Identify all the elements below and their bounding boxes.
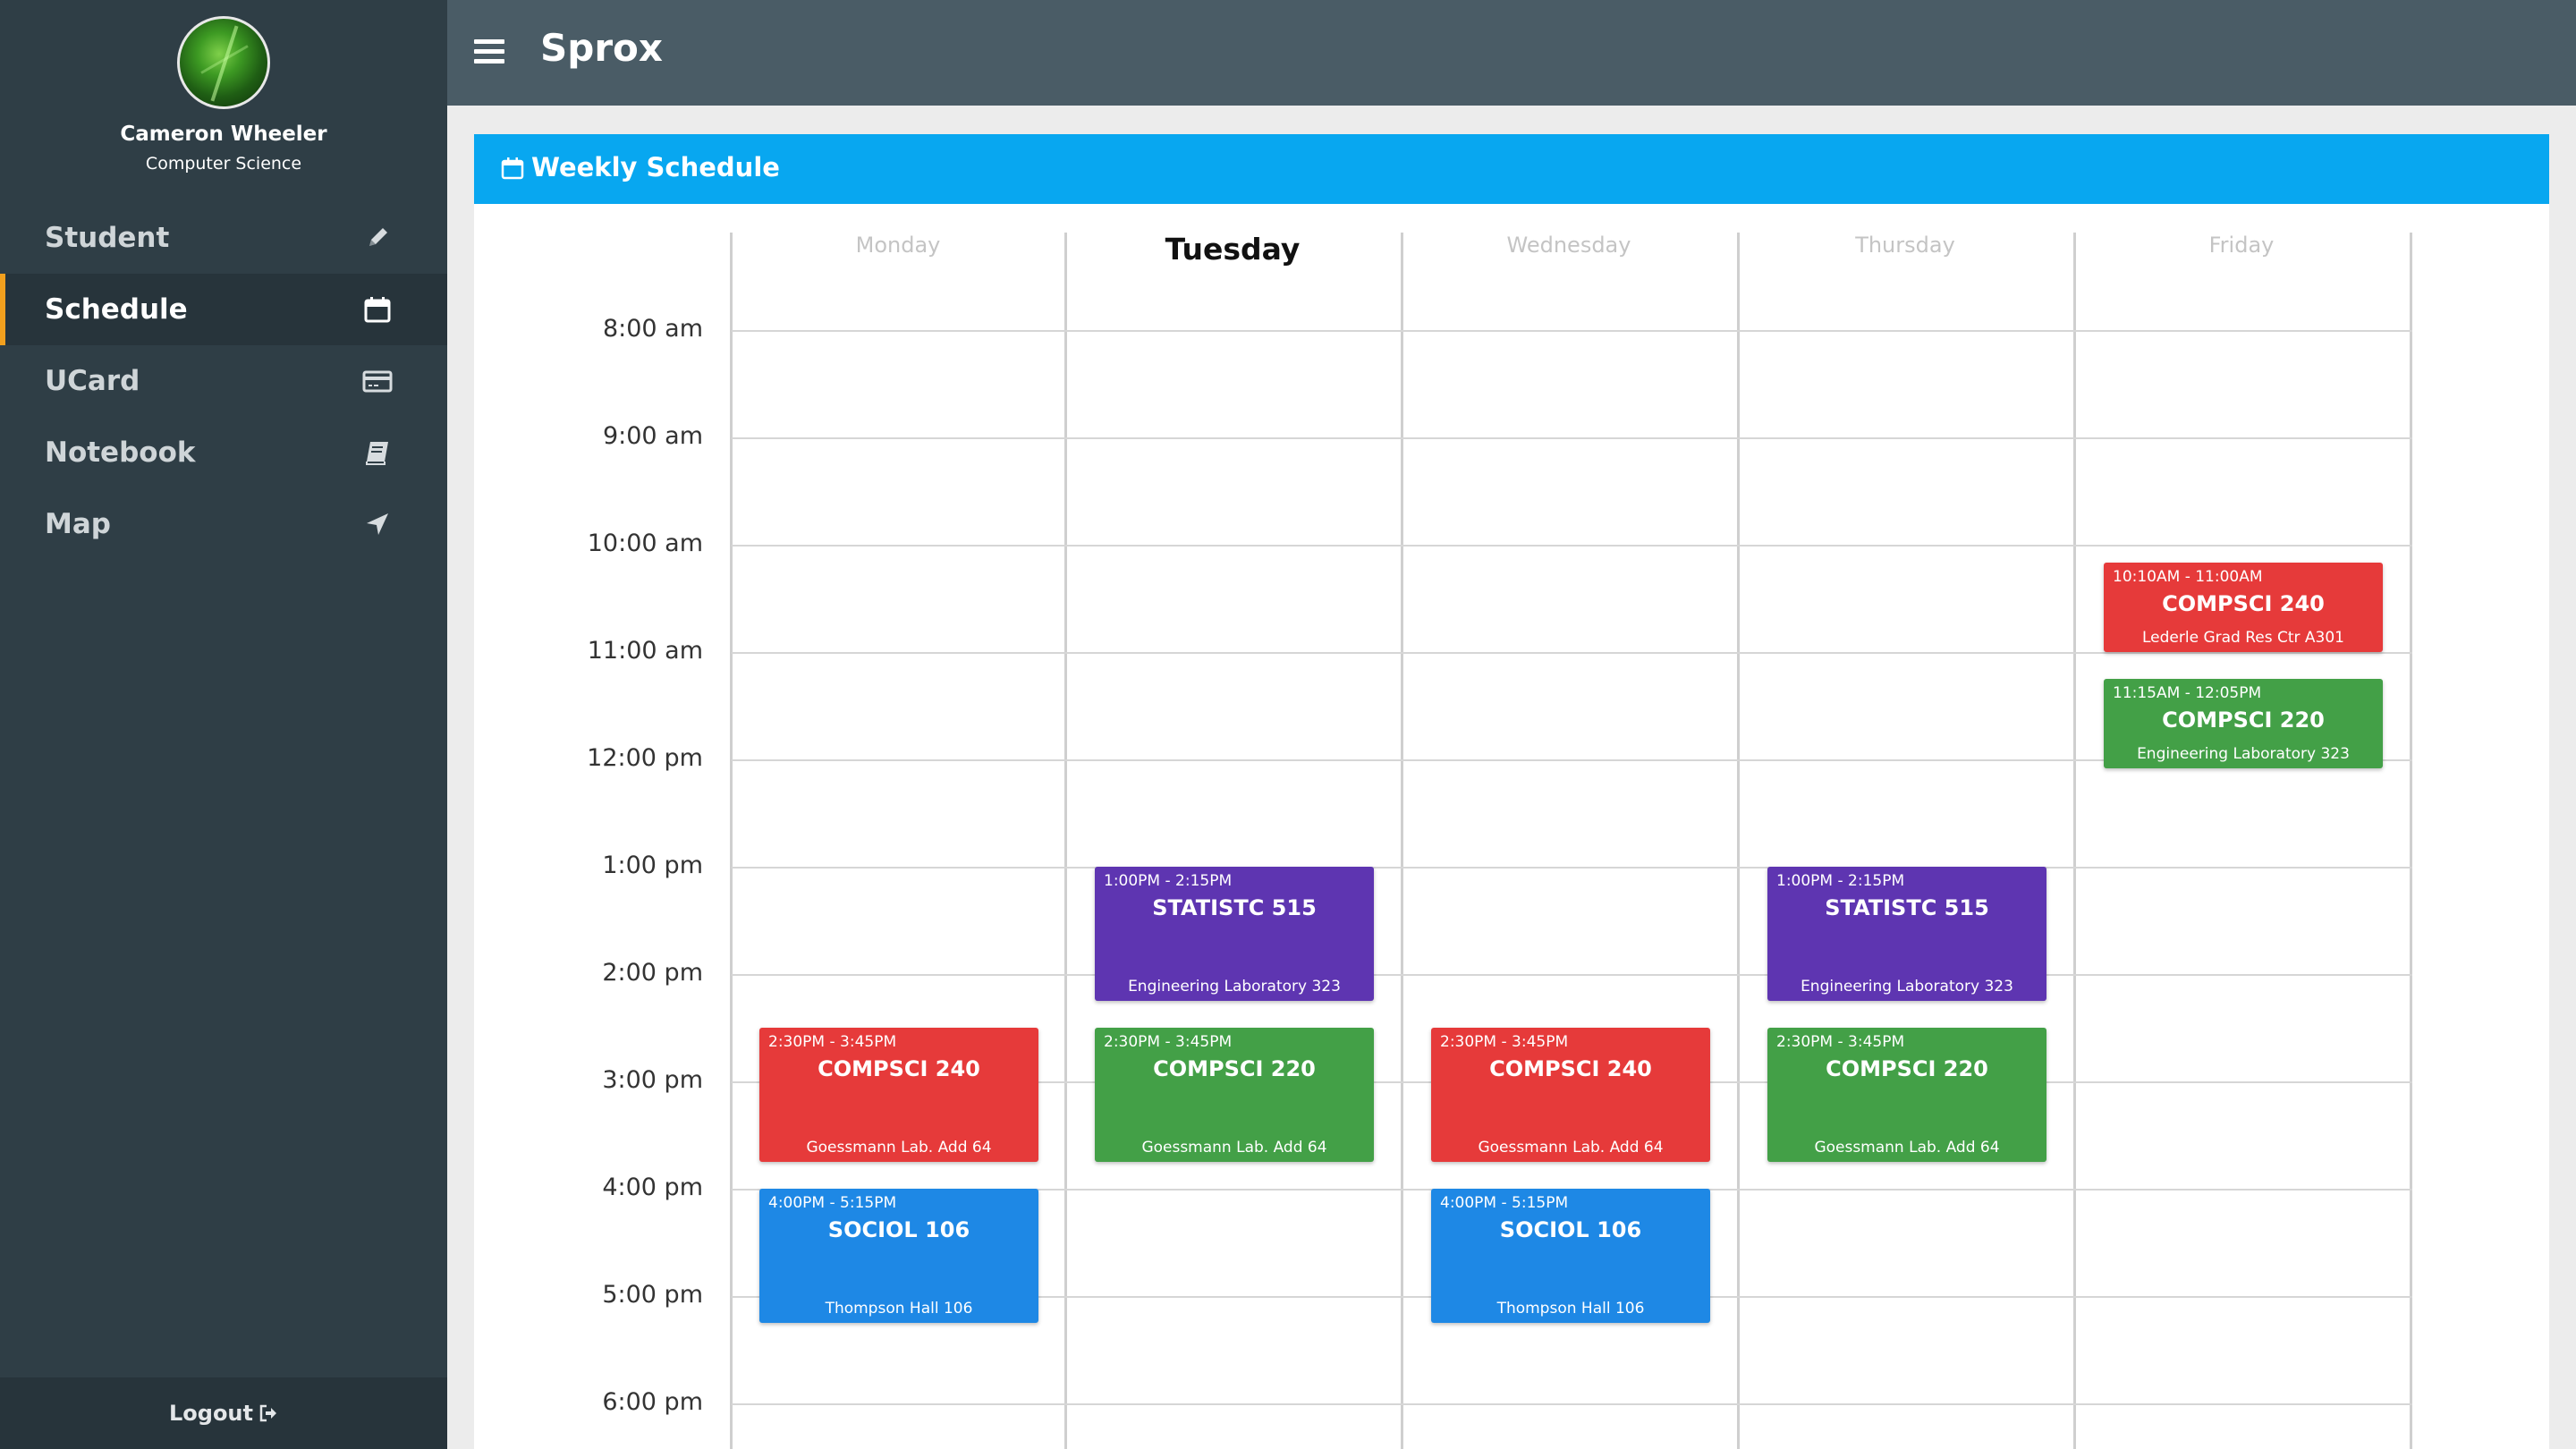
class-event[interactable]: 4:00PM - 5:15PM SOCIOL 106 Thompson Hall… xyxy=(759,1189,1038,1323)
grid-row-line xyxy=(732,437,2412,439)
sidebar-item-label: Schedule xyxy=(45,293,188,326)
top-bar: Sprox xyxy=(447,0,2576,106)
class-event[interactable]: 11:15AM - 12:05PM COMPSCI 220 Engineerin… xyxy=(2104,679,2383,768)
event-time: 1:00PM - 2:15PM xyxy=(1776,872,1905,890)
event-course: COMPSCI 240 xyxy=(1489,1056,1652,1081)
day-header-thursday: Thursday xyxy=(1855,233,1955,258)
event-time: 2:30PM - 3:45PM xyxy=(1104,1033,1233,1051)
day-header-friday: Friday xyxy=(2208,233,2275,258)
event-time: 4:00PM - 5:15PM xyxy=(1440,1194,1569,1212)
user-name: Cameron Wheeler xyxy=(120,123,327,146)
grid-column-line xyxy=(2073,233,2076,1449)
time-label: 3:00 pm xyxy=(602,1066,703,1094)
event-course: SOCIOL 106 xyxy=(827,1217,970,1242)
event-course: COMPSCI 240 xyxy=(818,1056,980,1081)
grid-column-line xyxy=(1401,233,1403,1449)
time-label: 8:00 am xyxy=(602,315,703,343)
logout-button[interactable]: Logout xyxy=(0,1377,447,1449)
event-location: Goessmann Lab. Add 64 xyxy=(1814,1139,2000,1157)
time-label: 10:00 am xyxy=(587,530,703,557)
hamburger-menu-icon[interactable] xyxy=(474,39,504,64)
class-event[interactable]: 10:10AM - 11:00AM COMPSCI 240 Lederle Gr… xyxy=(2104,563,2383,652)
sidebar-item-label: UCard xyxy=(45,365,140,397)
event-time: 1:00PM - 2:15PM xyxy=(1104,872,1233,890)
grid-row-line xyxy=(732,974,2412,976)
event-course: COMPSCI 220 xyxy=(1826,1056,1988,1081)
grid-row-line xyxy=(732,545,2412,547)
event-location: Goessmann Lab. Add 64 xyxy=(1478,1139,1664,1157)
event-course: COMPSCI 240 xyxy=(2162,591,2325,616)
grid-row-line xyxy=(732,867,2412,869)
avatar[interactable] xyxy=(177,16,270,109)
class-event[interactable]: 1:00PM - 2:15PM STATISTC 515 Engineering… xyxy=(1095,867,1374,1001)
event-location: Engineering Laboratory 323 xyxy=(2137,745,2350,763)
time-label: 12:00 pm xyxy=(587,744,703,772)
sign-out-icon xyxy=(259,1404,276,1422)
grid-column-line xyxy=(730,233,733,1449)
time-label: 5:00 pm xyxy=(602,1281,703,1309)
event-location: Goessmann Lab. Add 64 xyxy=(806,1139,992,1157)
time-label: 9:00 am xyxy=(602,422,703,450)
event-course: STATISTC 515 xyxy=(1825,895,1989,920)
app-title: Sprox xyxy=(540,26,663,70)
calendar-icon xyxy=(501,157,524,180)
day-header-wednesday: Wednesday xyxy=(1506,233,1631,258)
event-location: Thompson Hall 106 xyxy=(825,1300,973,1318)
panel-header: Weekly Schedule xyxy=(474,134,2549,204)
sidebar-item-student[interactable]: Student xyxy=(0,202,447,274)
sidebar-item-label: Student xyxy=(45,222,170,254)
credit-card-icon xyxy=(362,370,393,393)
event-location: Engineering Laboratory 323 xyxy=(1801,978,2013,996)
class-event[interactable]: 2:30PM - 3:45PM COMPSCI 220 Goessmann La… xyxy=(1095,1028,1374,1162)
event-time: 2:30PM - 3:45PM xyxy=(1776,1033,1905,1051)
panel-title: Weekly Schedule xyxy=(531,152,780,182)
time-label: 6:00 pm xyxy=(602,1388,703,1416)
event-time: 2:30PM - 3:45PM xyxy=(768,1033,897,1051)
sidebar-item-schedule[interactable]: Schedule xyxy=(0,274,447,345)
event-time: 4:00PM - 5:15PM xyxy=(768,1194,897,1212)
class-event[interactable]: 4:00PM - 5:15PM SOCIOL 106 Thompson Hall… xyxy=(1431,1189,1710,1323)
class-event[interactable]: 2:30PM - 3:45PM COMPSCI 220 Goessmann La… xyxy=(1767,1028,2046,1162)
event-time: 2:30PM - 3:45PM xyxy=(1440,1033,1569,1051)
logout-label: Logout xyxy=(168,1401,253,1426)
grid-row-line xyxy=(732,1403,2412,1405)
sidebar-item-notebook[interactable]: Notebook xyxy=(0,417,447,488)
time-label: 2:00 pm xyxy=(602,959,703,987)
sidebar-item-ucard[interactable]: UCard xyxy=(0,345,447,417)
user-department: Computer Science xyxy=(145,154,302,174)
day-header-tuesday: Tuesday xyxy=(1165,232,1301,267)
sidebar-item-label: Notebook xyxy=(45,436,196,469)
grid-row-line xyxy=(732,652,2412,654)
sidebar-item-label: Map xyxy=(45,508,111,540)
class-event[interactable]: 2:30PM - 3:45PM COMPSCI 240 Goessmann La… xyxy=(1431,1028,1710,1162)
time-label: 4:00 pm xyxy=(602,1174,703,1201)
book-icon xyxy=(366,442,388,465)
class-event[interactable]: 1:00PM - 2:15PM STATISTC 515 Engineering… xyxy=(1767,867,2046,1001)
time-label: 11:00 am xyxy=(587,637,703,665)
grid-column-line xyxy=(1064,233,1067,1449)
grid-column-line xyxy=(2410,233,2412,1449)
location-arrow-icon xyxy=(367,513,388,535)
event-location: Lederle Grad Res Ctr A301 xyxy=(2141,629,2344,647)
pencil-icon xyxy=(369,228,387,246)
event-course: COMPSCI 220 xyxy=(2162,708,2325,733)
event-time: 11:15AM - 12:05PM xyxy=(2113,684,2262,702)
time-label: 1:00 pm xyxy=(602,852,703,879)
sidebar-item-map[interactable]: Map xyxy=(0,488,447,560)
event-location: Engineering Laboratory 323 xyxy=(1128,978,1341,996)
calendar-icon xyxy=(364,297,391,323)
event-location: Goessmann Lab. Add 64 xyxy=(1141,1139,1327,1157)
day-header-monday: Monday xyxy=(855,233,941,258)
grid-column-line xyxy=(1737,233,1740,1449)
event-location: Thompson Hall 106 xyxy=(1496,1300,1645,1318)
class-event[interactable]: 2:30PM - 3:45PM COMPSCI 240 Goessmann La… xyxy=(759,1028,1038,1162)
grid-row-line xyxy=(732,330,2412,332)
event-course: SOCIOL 106 xyxy=(1499,1217,1642,1242)
event-course: STATISTC 515 xyxy=(1152,895,1317,920)
event-time: 10:10AM - 11:00AM xyxy=(2113,568,2263,586)
event-course: COMPSCI 220 xyxy=(1153,1056,1316,1081)
sidebar: Cameron Wheeler Computer Science Student… xyxy=(0,0,447,1449)
